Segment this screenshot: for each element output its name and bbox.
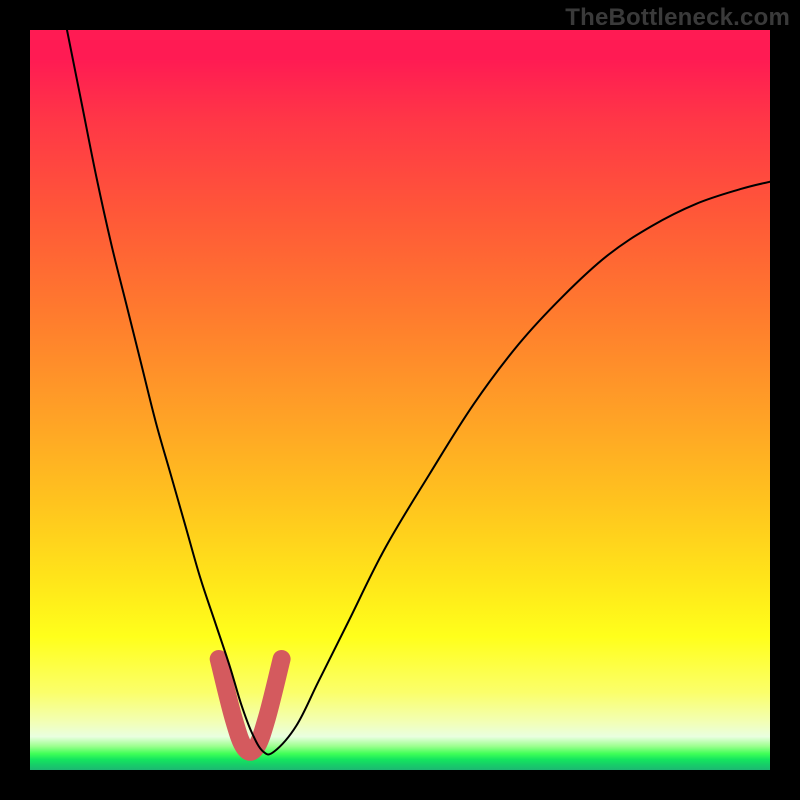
optimal-range-marker [219,659,282,752]
curve-layer [30,30,770,770]
chart-frame: TheBottleneck.com [0,0,800,800]
plot-area [30,30,770,770]
watermark-text: TheBottleneck.com [565,4,790,32]
bottleneck-curve [67,30,770,755]
